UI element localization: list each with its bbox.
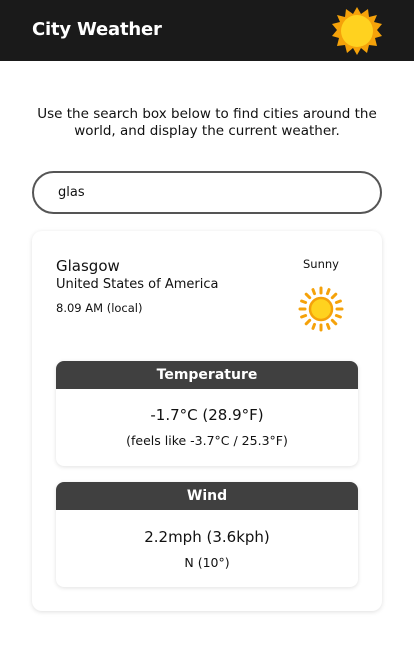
app-root: City Weather Use the search box below to… [0,0,414,659]
app-title: City Weather [32,19,162,40]
wind-direction: N (10°) [184,555,230,570]
feels-like-value: (feels like -3.7°C / 25.3°F) [126,433,288,448]
temperature-value: -1.7°C (28.9°F) [150,406,264,424]
sun-icon [298,286,344,332]
country-name: United States of America [56,277,219,292]
city-name: Glasgow [56,257,120,275]
wind-speed: 2.2mph (3.6kph) [144,528,270,546]
main-content: Use the search box below to find cities … [0,61,414,659]
wind-panel: Wind 2.2mph (3.6kph) N (10°) [56,482,358,587]
sun-logo-icon [332,7,382,55]
intro-text: Use the search box below to find cities … [37,106,377,139]
city-search-input[interactable] [32,171,382,214]
wind-heading: Wind [56,482,358,510]
condition-text: Sunny [303,257,339,271]
temperature-panel: Temperature -1.7°C (28.9°F) (feels like … [56,361,358,466]
app-header: City Weather [0,0,414,61]
weather-card: Glasgow United States of America 8.09 AM… [32,231,382,611]
temperature-heading: Temperature [56,361,358,389]
local-time: 8.09 AM (local) [56,301,143,315]
